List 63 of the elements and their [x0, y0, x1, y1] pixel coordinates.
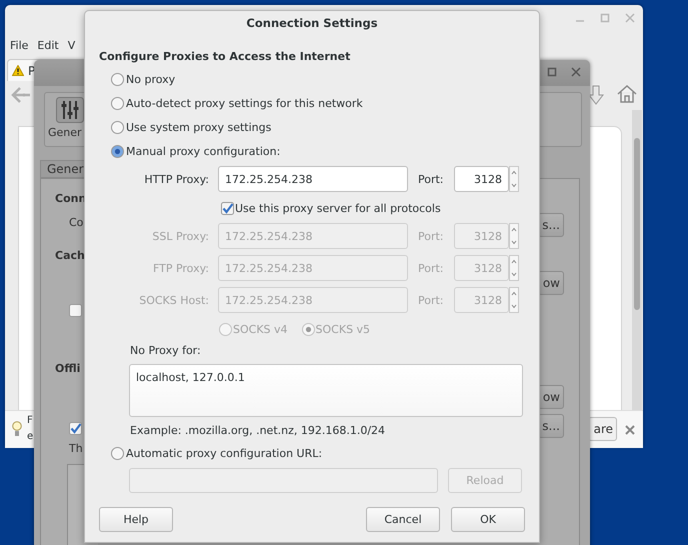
field-label: HTTP Proxy:: [143, 172, 209, 186]
cancel-button[interactable]: Cancel: [366, 507, 440, 532]
checkbox-label[interactable]: Use this proxy server for all protocols: [235, 202, 441, 214]
checkbox[interactable]: [221, 202, 234, 214]
spinner-buttons[interactable]: [509, 223, 519, 249]
label-text: Co: [69, 216, 84, 229]
radio-button[interactable]: [111, 144, 124, 158]
ok-button[interactable]: OK: [451, 507, 525, 532]
spinner-buttons[interactable]: [509, 287, 519, 313]
no-proxy-field[interactable]: localhost, 127.0.0.1: [129, 364, 523, 417]
dialog-title: Connection Settings: [246, 16, 378, 30]
port-field[interactable]: 3128: [454, 166, 509, 192]
example-text: Example: .mozilla.org, .net.nz, 192.168.1.0/24: [130, 423, 386, 439]
section-heading: Cach: [55, 249, 85, 262]
radio-button[interactable]: [111, 96, 124, 110]
button[interactable]: ow: [538, 385, 564, 409]
notification-button[interactable]: are: [588, 417, 617, 441]
field-label: Port:: [418, 294, 445, 306]
menu-item[interactable]: File: [10, 37, 28, 54]
field-label: FTP Proxy:: [152, 262, 209, 274]
toolbar-label[interactable]: Gener: [48, 126, 82, 139]
notification-text: F: [27, 415, 33, 426]
field-label: No Proxy for:: [130, 343, 202, 359]
radio-label[interactable]: Auto-detect proxy settings for this network: [126, 96, 363, 110]
spinner-buttons[interactable]: [509, 166, 519, 192]
menu-item[interactable]: Edit: [37, 37, 59, 54]
scrollbar[interactable]: [632, 110, 642, 410]
radio-label[interactable]: Automatic proxy configuration URL:: [126, 446, 322, 460]
radio-label[interactable]: Manual proxy configuration:: [126, 144, 280, 158]
light-bulb-icon: [12, 421, 22, 437]
close-icon[interactable]: [625, 425, 635, 435]
radio-label[interactable]: Use system proxy settings: [126, 120, 272, 134]
field-label: SSL Proxy:: [151, 230, 209, 242]
button[interactable]: s...: [538, 213, 564, 237]
field-label: Port:: [418, 262, 445, 274]
checkbox[interactable]: [69, 422, 82, 435]
home-icon[interactable]: [617, 85, 637, 103]
warning-icon: [12, 65, 24, 76]
section-heading: Configure Proxies to Access the Internet: [99, 49, 352, 65]
label-text: Th: [69, 442, 83, 455]
download-arrow-icon[interactable]: [588, 85, 604, 105]
checkbox[interactable]: [69, 304, 82, 317]
maximize-icon[interactable]: [547, 67, 557, 77]
sliders-icon[interactable]: [56, 97, 84, 123]
section-heading: Offli: [55, 362, 80, 375]
help-button[interactable]: Help: [99, 507, 173, 532]
spinner-buttons[interactable]: [509, 255, 519, 281]
button[interactable]: s...: [538, 414, 564, 438]
close-icon[interactable]: [571, 67, 581, 77]
radio-button[interactable]: [111, 446, 124, 460]
radio-button[interactable]: [111, 120, 124, 134]
notification-text: e: [27, 431, 34, 442]
close-icon[interactable]: [625, 13, 635, 23]
radio-button[interactable]: [111, 72, 124, 86]
field-label: SOCKS Host:: [138, 294, 209, 306]
field-label: Port:: [418, 230, 445, 242]
url-field[interactable]: [129, 468, 438, 493]
proxy-host-field[interactable]: 172.25.254.238: [218, 166, 408, 192]
button[interactable]: ow: [538, 271, 564, 295]
menu-item[interactable]: V: [68, 37, 76, 54]
field-label: Port:: [418, 172, 445, 186]
radio-label[interactable]: No proxy: [126, 72, 176, 86]
maximize-icon[interactable]: [600, 13, 610, 23]
